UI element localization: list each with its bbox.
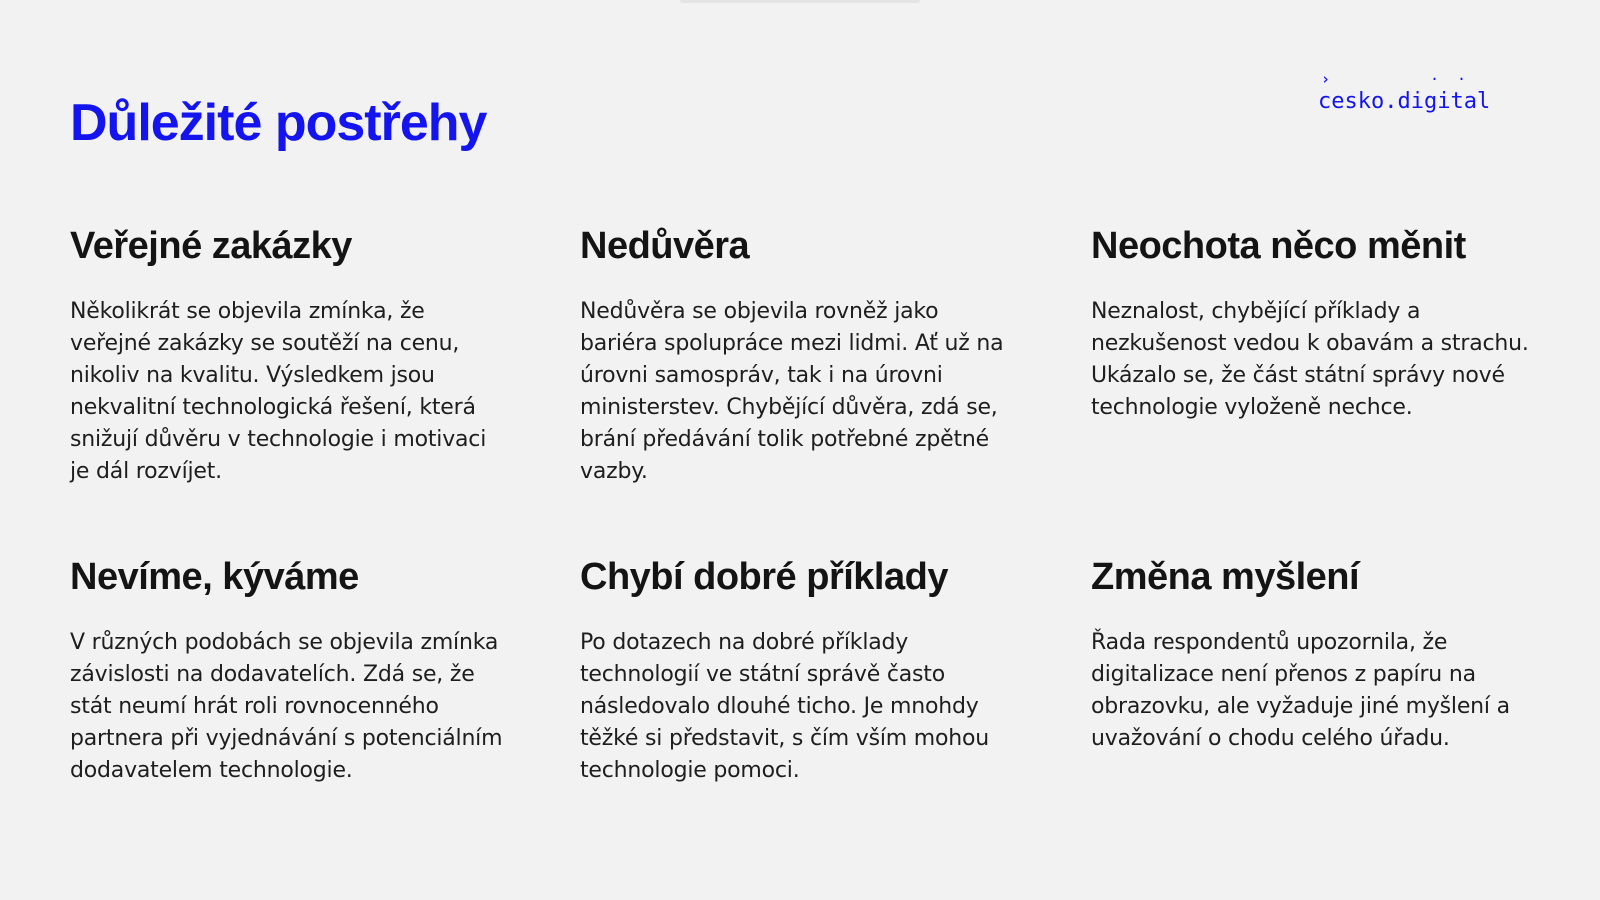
insight-card-chybi-priklady: Chybí dobré příklady Po dotazech na dobr… [580,555,1020,787]
card-heading: Veřejné zakázky [70,225,352,267]
logo-dots: ·· [1430,70,1485,88]
insight-card-neochota: Neochota něco měnit Neznalost, chybějící… [1091,224,1531,424]
top-divider [680,0,920,3]
logo-text: cesko.digital [1318,89,1491,114]
card-heading: Chybí dobré příklady [580,556,948,598]
card-heading: Nedůvěra [580,225,750,267]
card-body: V různých podobách se objevila zmínka zá… [70,629,503,783]
chevron-right-icon: › [1321,70,1331,88]
card-body: Po dotazech na dobré příklady technologi… [580,629,990,783]
insight-card-nevime-kyvame: Nevíme, kýváme V různých podobách se obj… [70,555,510,787]
card-body: Řada respondentů upozornila, že digitali… [1091,629,1510,751]
card-body: Neznalost, chybějící příklady a nezkušen… [1091,298,1529,420]
insight-card-zmena-mysleni: Změna myšlení Řada respondentů upozornil… [1091,555,1531,755]
insight-card-verejne-zakazky: Veřejné zakázky Několikrát se objevila z… [70,224,510,488]
card-heading: Neochota něco měnit [1091,225,1466,267]
page-title: Důležité postřehy [70,94,487,152]
insight-card-neduvera: Nedůvěra Nedůvěra se objevila rovněž jak… [580,224,1020,488]
card-body: Několikrát se objevila zmínka, že veřejn… [70,298,487,484]
card-heading: Změna myšlení [1091,556,1360,598]
card-heading: Nevíme, kýváme [70,556,359,598]
card-body: Nedůvěra se objevila rovněž jako bariéra… [580,298,1004,484]
cesko-digital-logo: › ·· cesko.digital [1318,72,1518,122]
